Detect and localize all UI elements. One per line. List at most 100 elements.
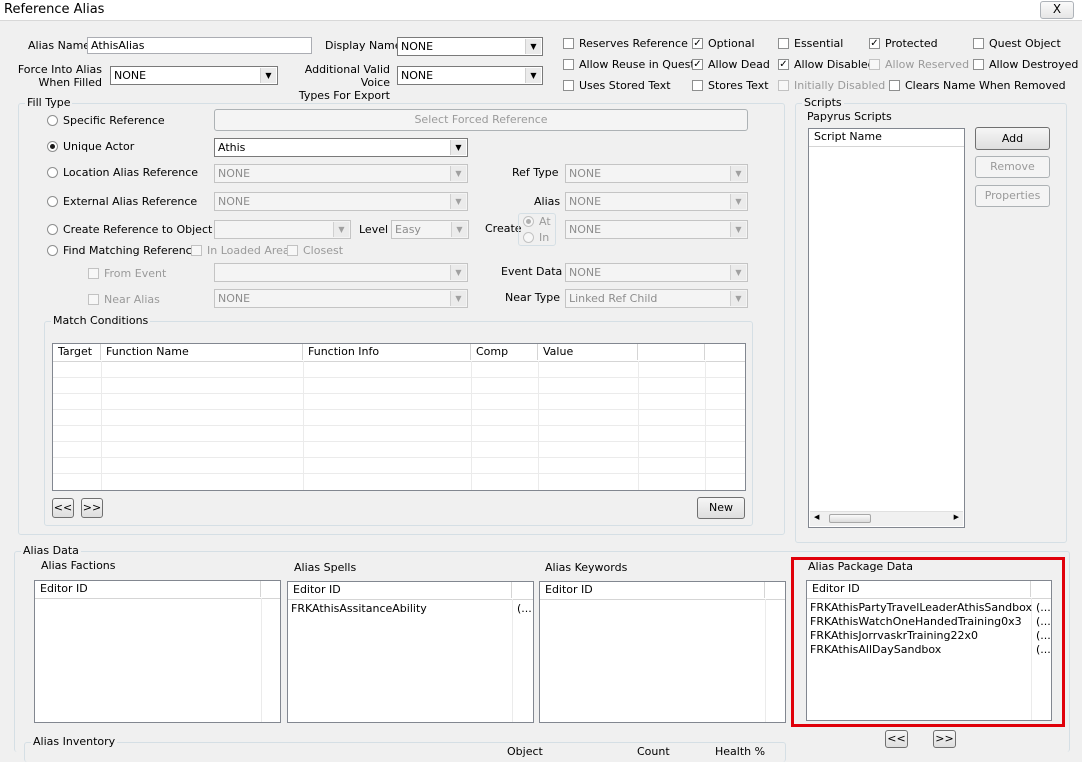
from-event-select[interactable]: ▼: [214, 263, 468, 282]
select-forced-reference-button[interactable]: Select Forced Reference: [214, 109, 748, 131]
near-type-select[interactable]: Linked Ref Child ▼: [565, 289, 748, 308]
scroll-right-icon[interactable]: ▶: [954, 513, 959, 521]
near-alias-checkbox[interactable]: [88, 294, 99, 305]
in-loaded-area-checkbox[interactable]: [191, 245, 202, 256]
ref-type-select[interactable]: NONE ▼: [565, 164, 748, 183]
grid-line: [101, 361, 102, 490]
package-extra: (...: [1036, 615, 1051, 628]
chevron-down-icon: ▼: [451, 222, 467, 237]
alias-spells-title: Alias Spells: [294, 561, 357, 574]
optional-label: Optional: [708, 37, 755, 50]
from-event-checkbox[interactable]: [88, 268, 99, 279]
create-object-select[interactable]: ▼: [214, 220, 351, 239]
create-select[interactable]: NONE ▼: [565, 220, 748, 239]
initially-disabled-checkbox[interactable]: [778, 80, 789, 91]
package-extra: (...: [1036, 601, 1051, 614]
list-item[interactable]: FRKAthisJorrvaskrTraining22x0 (...: [807, 629, 1051, 643]
closest-checkbox[interactable]: [287, 245, 298, 256]
essential-checkbox[interactable]: [778, 38, 789, 49]
list-item[interactable]: FRKAthisWatchOneHandedTraining0x3 (...: [807, 615, 1051, 629]
chevron-down-icon: ▼: [730, 194, 746, 209]
column-header-editor-id[interactable]: Editor ID: [288, 582, 512, 598]
allow-disabled-checkbox[interactable]: ✓: [778, 59, 789, 70]
conditions-new-button[interactable]: New: [697, 497, 745, 519]
add-script-button[interactable]: Add: [975, 127, 1050, 150]
package-next-button[interactable]: >>: [933, 730, 956, 748]
match-conditions-table[interactable]: Target Function Name Function Info Comp …: [52, 343, 746, 491]
reserves-reference-checkbox[interactable]: [563, 38, 574, 49]
uses-stored-text-checkbox[interactable]: [563, 80, 574, 91]
location-alias-select[interactable]: NONE ▼: [214, 164, 468, 183]
create-in-radio[interactable]: [523, 232, 534, 243]
script-properties-button[interactable]: Properties: [975, 185, 1050, 207]
close-button[interactable]: X: [1040, 1, 1074, 19]
conditions-next-button[interactable]: >>: [81, 498, 103, 518]
column-header-target[interactable]: Target: [53, 344, 101, 360]
stores-text-checkbox[interactable]: [692, 80, 703, 91]
alias-name-input[interactable]: AthisAlias: [87, 37, 312, 54]
level-select[interactable]: Easy ▼: [391, 220, 469, 239]
alias-package-data-list[interactable]: Editor ID FRKAthisPartyTravelLeaderAthis…: [806, 580, 1052, 721]
clears-name-checkbox[interactable]: [889, 80, 900, 91]
allow-reuse-checkbox[interactable]: [563, 59, 574, 70]
alias-keywords-list[interactable]: Editor ID: [539, 581, 786, 723]
column-header-value[interactable]: Value: [538, 344, 638, 360]
scroll-left-icon[interactable]: ◀: [814, 513, 819, 521]
quest-object-checkbox[interactable]: [973, 38, 984, 49]
alias-select[interactable]: NONE ▼: [565, 192, 748, 211]
alias-package-data-header: Editor ID: [807, 581, 1051, 599]
near-alias-select[interactable]: NONE ▼: [214, 289, 468, 308]
remove-script-button[interactable]: Remove: [975, 156, 1050, 178]
package-editor-id: FRKAthisWatchOneHandedTraining0x3: [810, 615, 1022, 628]
window-title: Reference Alias: [4, 2, 105, 17]
list-item[interactable]: FRKAthisAllDaySandbox (...: [807, 643, 1051, 657]
specific-reference-radio[interactable]: [47, 115, 58, 126]
alias-factions-list[interactable]: Editor ID: [34, 580, 281, 723]
column-header-function-info[interactable]: Function Info: [303, 344, 471, 360]
scripts-horizontal-scrollbar[interactable]: ◀ ▶: [810, 511, 963, 526]
force-into-alias-label-line1: Force Into Alias: [17, 63, 102, 76]
match-conditions-title: Match Conditions: [51, 314, 151, 327]
near-type-value: Linked Ref Child: [569, 292, 658, 305]
protected-checkbox[interactable]: ✓: [869, 38, 880, 49]
unique-actor-select[interactable]: Athis ▼: [214, 138, 468, 157]
column-header-editor-id[interactable]: Editor ID: [35, 581, 261, 597]
chevron-down-icon: ▼: [450, 166, 466, 181]
package-prev-button[interactable]: <<: [885, 730, 908, 748]
column-header-comp[interactable]: Comp: [471, 344, 538, 360]
voice-types-select[interactable]: NONE ▼: [397, 66, 543, 85]
allow-disabled-label: Allow Disabled: [794, 58, 875, 71]
chevron-down-icon: ▼: [730, 265, 746, 280]
match-conditions-header: Target Function Name Function Info Comp …: [53, 344, 745, 362]
scripts-list[interactable]: Script Name ◀ ▶: [808, 128, 965, 528]
event-data-select[interactable]: NONE ▼: [565, 263, 748, 282]
event-data-label: Event Data: [501, 265, 563, 278]
unique-actor-radio[interactable]: [47, 141, 58, 152]
list-item[interactable]: FRKAthisAssitanceAbility (...: [288, 602, 533, 616]
alias-spells-list[interactable]: Editor ID FRKAthisAssitanceAbility (...: [287, 581, 534, 723]
location-alias-radio[interactable]: [47, 167, 58, 178]
allow-dead-checkbox[interactable]: ✓: [692, 59, 703, 70]
ref-type-label: Ref Type: [512, 166, 559, 179]
scrollbar-thumb[interactable]: [829, 514, 871, 523]
display-name-select[interactable]: NONE ▼: [397, 37, 543, 56]
alias-inventory-title: Alias Inventory: [31, 735, 118, 748]
create-at-radio[interactable]: [523, 216, 534, 227]
allow-reserved-checkbox[interactable]: [869, 59, 880, 70]
column-header-function-name[interactable]: Function Name: [101, 344, 303, 360]
column-header-editor-id[interactable]: Editor ID: [807, 581, 1031, 597]
from-event-label: From Event: [104, 267, 167, 280]
grid-line: [512, 599, 513, 722]
find-matching-radio[interactable]: [47, 245, 58, 256]
external-alias-radio[interactable]: [47, 196, 58, 207]
column-header-script-name[interactable]: Script Name: [809, 129, 964, 145]
package-editor-id: FRKAthisAllDaySandbox: [810, 643, 942, 656]
force-into-alias-select[interactable]: NONE ▼: [110, 66, 278, 85]
optional-checkbox[interactable]: ✓: [692, 38, 703, 49]
external-alias-select[interactable]: NONE ▼: [214, 192, 468, 211]
create-reference-radio[interactable]: [47, 224, 58, 235]
allow-destroyed-checkbox[interactable]: [973, 59, 984, 70]
list-item[interactable]: FRKAthisPartyTravelLeaderAthisSandbox (.…: [807, 601, 1051, 615]
conditions-prev-button[interactable]: <<: [52, 498, 74, 518]
column-header-editor-id[interactable]: Editor ID: [540, 582, 765, 598]
